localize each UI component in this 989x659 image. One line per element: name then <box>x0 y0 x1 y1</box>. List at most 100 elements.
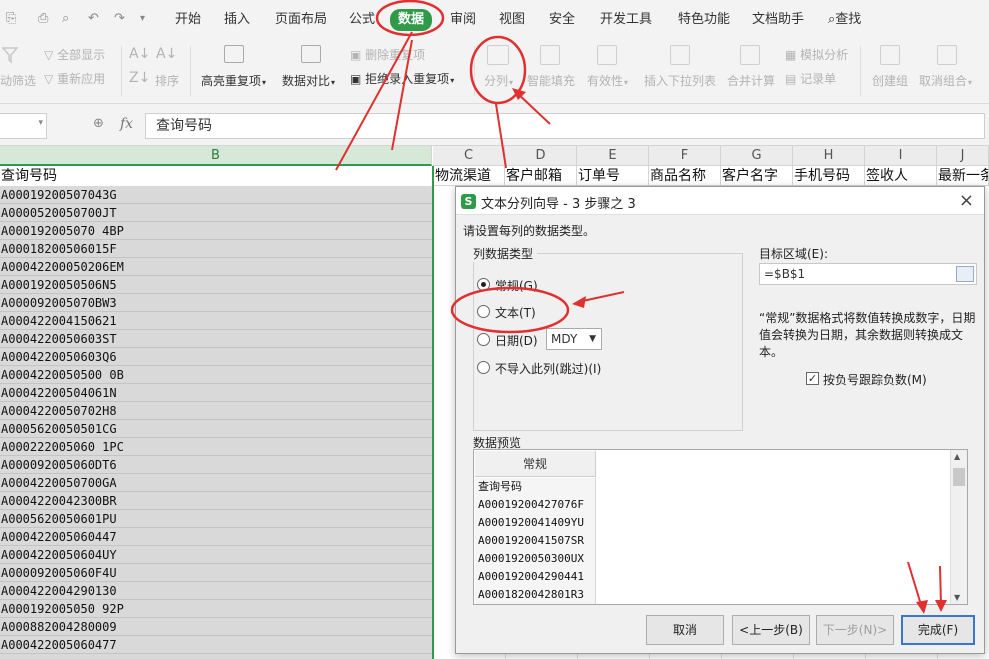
redo-history-icon[interactable]: ⎘ <box>6 10 16 28</box>
finish-button[interactable]: 完成(F) <box>901 615 975 645</box>
fx-icon[interactable]: fx <box>120 116 133 132</box>
column-header-g[interactable]: G <box>721 146 793 166</box>
table-cell[interactable]: A000092005060F4U <box>0 564 432 582</box>
data-preview[interactable]: 常规 查询号码 A00019200427076F A0001920041409YU A… <box>473 449 968 605</box>
menu-features[interactable]: 特色功能 <box>678 10 730 30</box>
cell-j1[interactable]: 最新一条 <box>937 166 989 186</box>
column-header-f[interactable]: F <box>649 146 721 166</box>
menu-home[interactable]: 开始 <box>175 10 201 30</box>
table-cell[interactable]: A000192005070 4BP <box>0 222 432 240</box>
radio-skip-label[interactable]: 不导入此列(跳过)(I) <box>495 360 601 377</box>
smart-fill-button[interactable]: 智能填充 <box>527 72 575 89</box>
name-box[interactable]: ▾ <box>0 113 47 139</box>
cell-f1[interactable]: 商品名称 <box>649 166 721 186</box>
menu-formula[interactable]: 公式 <box>349 10 375 30</box>
column-header-d[interactable]: D <box>505 146 577 166</box>
radio-text-label[interactable]: 文本(T) <box>495 304 536 321</box>
cell-h1[interactable]: 手机号码 <box>793 166 865 186</box>
table-cell[interactable]: A0004220042300BR <box>0 492 432 510</box>
radio-general-label[interactable]: 常规(G) <box>495 277 538 294</box>
table-cell[interactable]: A0004220050603ST <box>0 330 432 348</box>
table-cell[interactable]: A000192005050 92P <box>0 600 432 618</box>
chevron-down-icon[interactable]: ▾ <box>38 118 43 128</box>
menu-view[interactable]: 视图 <box>499 10 525 30</box>
insert-dropdown-button[interactable]: 插入下拉列表 <box>644 72 716 89</box>
table-cell[interactable]: A000422005060477 <box>0 636 432 654</box>
preview-scrollbar[interactable]: ▲ ▼ <box>950 450 967 604</box>
radio-date[interactable] <box>477 333 490 346</box>
data-compare-button[interactable]: 数据对比▾ <box>282 72 335 89</box>
table-cell[interactable]: A000222005060 1PC <box>0 438 432 456</box>
table-cell[interactable]: A000882004280009 <box>0 618 432 636</box>
radio-skip[interactable] <box>477 361 490 374</box>
split-columns-button[interactable]: 分列▾ <box>484 72 513 89</box>
table-cell[interactable]: A000092005070BW3 <box>0 294 432 312</box>
redo-icon[interactable]: ↷ <box>114 10 125 28</box>
negative-tracking-checkbox[interactable]: ✓ <box>806 372 819 385</box>
table-cell[interactable]: A00042200504061N <box>0 384 432 402</box>
column-header-e[interactable]: E <box>577 146 649 166</box>
reapply-button[interactable]: ▽ 重新应用 <box>44 70 105 87</box>
table-cell[interactable]: A0000520050700JT <box>0 204 432 222</box>
table-cell[interactable]: A0004220050500 0B <box>0 366 432 384</box>
menu-data[interactable]: 数据 <box>390 9 433 31</box>
menu-insert[interactable]: 插入 <box>224 10 250 30</box>
merge-calc-button[interactable]: 合并计算 <box>727 72 775 89</box>
table-cell[interactable]: A0001920050506N5 <box>0 276 432 294</box>
column-header-i[interactable]: I <box>865 146 937 166</box>
undo-icon[interactable]: ↶ <box>88 10 99 28</box>
cancel-button[interactable]: 取消 <box>646 615 724 645</box>
sort-asc-icon[interactable]: A↓ <box>129 46 150 62</box>
cell-e1[interactable]: 订单号 <box>577 166 649 186</box>
table-cell[interactable]: A0004220050604UY <box>0 546 432 564</box>
menu-developer[interactable]: 开发工具 <box>600 10 652 30</box>
table-cell[interactable]: A000092005060DT6 <box>0 456 432 474</box>
table-cell[interactable]: A000422004150621 <box>0 312 432 330</box>
menu-search[interactable]: ⌕查找 <box>828 10 861 30</box>
close-icon[interactable]: × <box>959 190 974 211</box>
column-header-h[interactable]: H <box>793 146 865 166</box>
column-header-c[interactable]: C <box>433 146 505 166</box>
cell-c1[interactable]: 物流渠道 <box>434 166 505 186</box>
zoom-icon[interactable]: ⊕ <box>93 116 104 131</box>
cell-g1[interactable]: 客户名字 <box>721 166 793 186</box>
preview-column-header[interactable]: 常规 <box>475 451 596 477</box>
table-cell[interactable]: A000422004290130 <box>0 582 432 600</box>
menu-page-layout[interactable]: 页面布局 <box>275 10 327 30</box>
column-header-j[interactable]: J <box>937 146 989 166</box>
menu-security[interactable]: 安全 <box>549 10 575 30</box>
range-select-icon[interactable] <box>956 266 974 282</box>
table-cell[interactable]: A00019200507043G <box>0 186 432 204</box>
table-cell[interactable]: A0004220050700GA <box>0 474 432 492</box>
cell-i1[interactable]: 签收人 <box>865 166 937 186</box>
scroll-up-icon[interactable]: ▲ <box>954 452 960 461</box>
formula-input[interactable]: 查询号码 <box>145 113 985 139</box>
previous-step-button[interactable]: <上一步(B) <box>732 615 810 645</box>
sort-desc-icon[interactable]: Z↓ <box>129 70 150 86</box>
table-cell[interactable]: A00018200506015F <box>0 240 432 258</box>
scroll-down-icon[interactable]: ▼ <box>954 593 960 602</box>
menu-doc-assistant[interactable]: 文档助手 <box>752 10 804 30</box>
auto-filter-button[interactable]: 动筛选 <box>0 72 36 89</box>
simulate-analysis-button[interactable]: ▦ 模拟分析 <box>785 46 848 63</box>
table-cell[interactable]: A00042200050206EM <box>0 258 432 276</box>
table-cell[interactable]: A0005620050601PU <box>0 510 432 528</box>
reject-duplicates-button[interactable]: ▣ 拒绝录入重复项▾ <box>350 70 454 87</box>
scroll-thumb[interactable] <box>953 468 965 486</box>
qat-dropdown-icon[interactable]: ▾ <box>140 10 145 28</box>
print-icon[interactable]: ⎙ <box>38 10 48 28</box>
create-group-button[interactable]: 创建组 <box>872 72 908 89</box>
delete-duplicates-button[interactable]: ▣ 删除重复项 <box>350 46 425 63</box>
table-cell[interactable]: A0004220050603Q6 <box>0 348 432 366</box>
target-area-input[interactable]: =$B$1 <box>759 263 977 285</box>
radio-text[interactable] <box>477 305 490 318</box>
next-step-button[interactable]: 下一步(N)> <box>816 615 894 645</box>
radio-general[interactable] <box>477 278 490 291</box>
ungroup-button[interactable]: 取消组合▾ <box>919 72 972 89</box>
table-cell[interactable]: A0004220050702H8 <box>0 402 432 420</box>
menu-review[interactable]: 审阅 <box>450 10 476 30</box>
show-all-button[interactable]: ▽ 全部显示 <box>44 46 105 63</box>
highlight-duplicates-button[interactable]: 高亮重复项▾ <box>201 72 266 89</box>
radio-date-label[interactable]: 日期(D) <box>495 332 538 349</box>
record-form-button[interactable]: ▤ 记录单 <box>785 70 836 87</box>
